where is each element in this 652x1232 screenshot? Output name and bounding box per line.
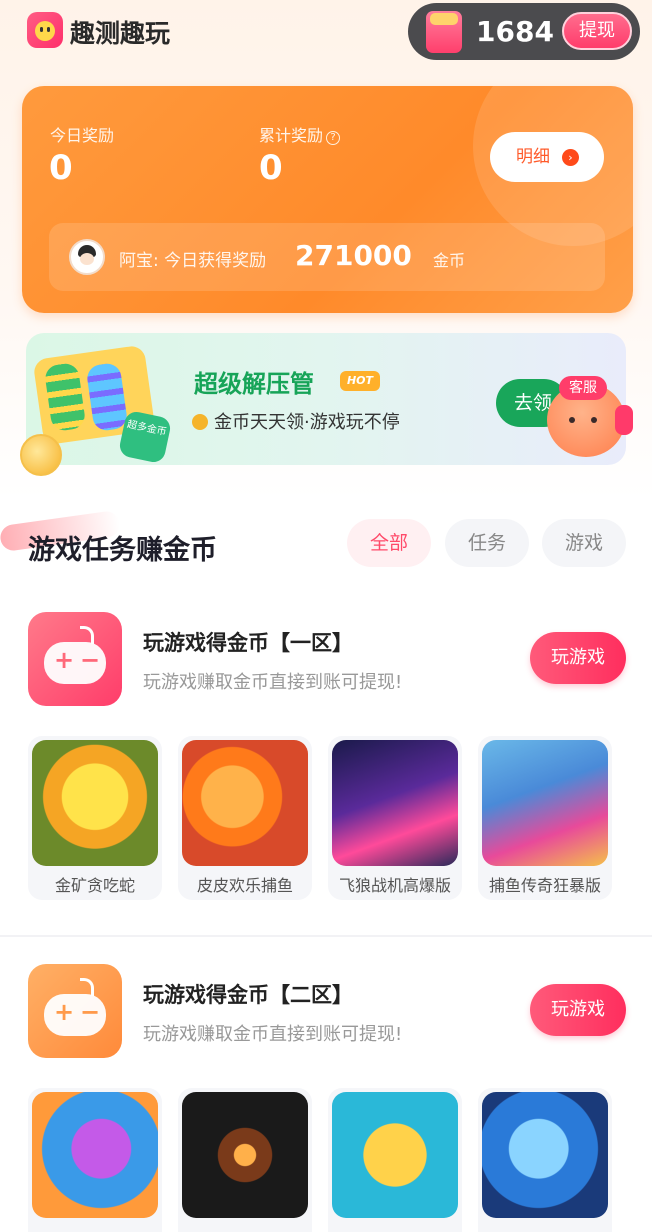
gamepad-icon bbox=[28, 964, 122, 1058]
banner-title: 超级解压管 bbox=[194, 370, 314, 398]
game-thumbnail bbox=[32, 1092, 158, 1218]
help-icon[interactable]: ? bbox=[326, 131, 341, 145]
gamepad-icon bbox=[28, 612, 122, 706]
coin-icon bbox=[20, 434, 62, 476]
headphones-icon bbox=[615, 405, 633, 435]
zone-title: 玩游戏得金币【二区】 bbox=[143, 983, 353, 1007]
game-card[interactable] bbox=[478, 1088, 612, 1232]
game-name: 皮皮欢乐捕鱼 bbox=[196, 876, 293, 895]
game-name: 捕鱼传奇狂暴版 bbox=[488, 876, 601, 895]
hot-badge: HOT bbox=[340, 371, 380, 391]
withdraw-button[interactable]: 提现 bbox=[562, 12, 632, 50]
banner-subtitle-group: 金币天天领·游戏玩不停 bbox=[192, 408, 400, 434]
zone-subtitle: 玩游戏赚取金币直接到账可提现! bbox=[143, 672, 403, 693]
filter-all[interactable]: 全部 bbox=[347, 519, 431, 567]
detail-label: 明细 bbox=[516, 147, 550, 167]
customer-service[interactable]: 客服 bbox=[541, 371, 651, 471]
customer-service-label: 客服 bbox=[559, 376, 607, 400]
promo-banner[interactable]: 超多金币 超级解压管 HOT 金币天天领·游戏玩不停 去领 客服 bbox=[20, 333, 633, 476]
play-game-button[interactable]: 玩游戏 bbox=[530, 984, 626, 1036]
reward-card: 今日奖励 0 累计奖励? 0 明细 › 阿宝: 今日获得奖励 271000 金币 bbox=[22, 86, 633, 313]
total-reward-label: 累计奖励 bbox=[259, 126, 324, 145]
game-card[interactable] bbox=[178, 1088, 312, 1232]
banner-subtitle: 金币天天领·游戏玩不停 bbox=[214, 412, 400, 433]
app-logo-icon bbox=[27, 12, 63, 48]
filter-games[interactable]: 游戏 bbox=[542, 519, 626, 567]
game-card[interactable] bbox=[328, 1088, 462, 1232]
total-reward-value: 0 bbox=[259, 148, 283, 188]
game-thumbnail bbox=[332, 740, 458, 866]
total-reward-label-group: 累计奖励? bbox=[259, 122, 341, 146]
reward-ticker: 阿宝: 今日获得奖励 271000 金币 bbox=[49, 223, 605, 291]
play-game-button[interactable]: 玩游戏 bbox=[530, 632, 626, 684]
coin-pouch-icon bbox=[426, 11, 462, 53]
header: 趣测趣玩 1684 提现 bbox=[0, 0, 652, 70]
game-card[interactable]: 捕鱼传奇狂暴版 bbox=[478, 736, 612, 900]
zone-title: 玩游戏得金币【一区】 bbox=[143, 631, 353, 655]
game-thumbnail bbox=[482, 1092, 608, 1218]
coin-wallet[interactable]: 1684 提现 bbox=[408, 3, 640, 60]
ticker-unit: 金币 bbox=[433, 251, 466, 270]
ticker-text: 阿宝: 今日获得奖励 bbox=[119, 251, 267, 271]
section-title: 游戏任务赚金币 bbox=[28, 535, 217, 566]
game-thumbnail bbox=[332, 1092, 458, 1218]
game-card[interactable]: 飞狼战机高爆版 bbox=[328, 736, 462, 900]
today-reward-label: 今日奖励 bbox=[50, 126, 115, 145]
app-title: 趣测趣玩 bbox=[70, 19, 171, 48]
divider bbox=[0, 935, 652, 937]
game-thumbnail bbox=[182, 740, 308, 866]
game-name: 金矿贪吃蛇 bbox=[54, 876, 135, 895]
filter-tasks[interactable]: 任务 bbox=[445, 519, 529, 567]
coin-icon bbox=[192, 414, 208, 430]
game-thumbnail bbox=[32, 740, 158, 866]
detail-button[interactable]: 明细 › bbox=[490, 132, 604, 182]
zone-subtitle: 玩游戏赚取金币直接到账可提现! bbox=[143, 1024, 403, 1045]
banner-badge: 超多金币 bbox=[117, 409, 173, 465]
game-thumbnail bbox=[482, 740, 608, 866]
chevron-right-icon: › bbox=[562, 149, 579, 166]
today-reward-value: 0 bbox=[49, 148, 73, 188]
game-card[interactable]: 金矿贪吃蛇 bbox=[28, 736, 162, 900]
game-name: 飞狼战机高爆版 bbox=[338, 876, 451, 895]
coin-balance: 1684 bbox=[476, 15, 554, 48]
game-card[interactable] bbox=[28, 1088, 162, 1232]
game-zone-1: 玩游戏得金币【一区】 玩游戏赚取金币直接到账可提现! 玩游戏 金矿贪吃蛇 皮皮欢… bbox=[0, 600, 652, 920]
game-card[interactable]: 皮皮欢乐捕鱼 bbox=[178, 736, 312, 900]
tube-game-illustration: 超多金币 bbox=[20, 344, 186, 478]
ticker-amount: 271000 bbox=[295, 239, 412, 272]
game-thumbnail bbox=[182, 1092, 308, 1218]
avatar bbox=[69, 239, 105, 275]
game-zone-2: 玩游戏得金币【二区】 玩游戏赚取金币直接到账可提现! 玩游戏 bbox=[0, 952, 652, 1232]
